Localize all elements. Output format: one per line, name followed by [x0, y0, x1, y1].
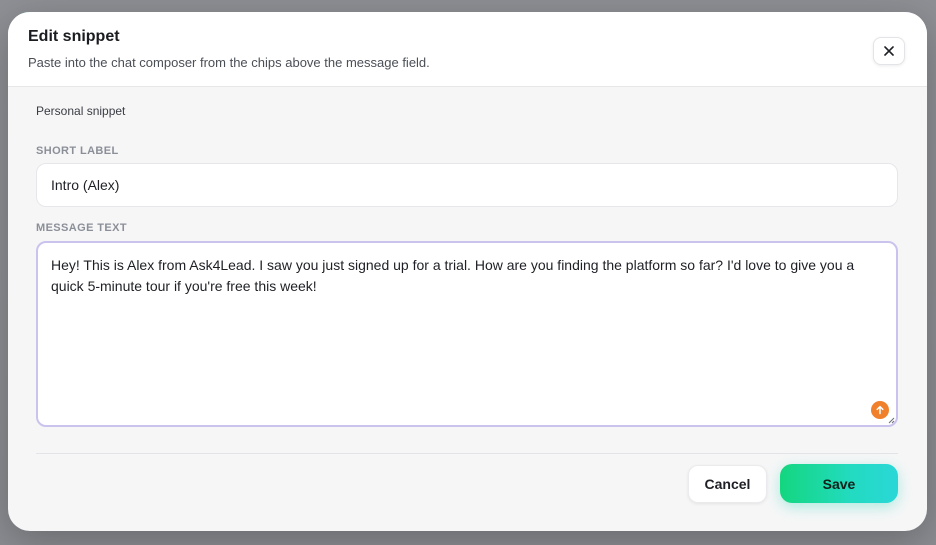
close-button[interactable]: [873, 37, 905, 65]
close-icon: [884, 46, 894, 56]
save-button[interactable]: Save: [780, 464, 898, 503]
arrow-up-icon[interactable]: [871, 401, 889, 419]
cancel-button[interactable]: Cancel: [688, 465, 767, 503]
dialog-title: Edit snippet: [28, 28, 120, 45]
message-text-heading: MESSAGE TEXT: [36, 222, 127, 234]
snippet-scope-label: Personal snippet: [36, 104, 126, 118]
dialog-header: Edit snippet Paste into the chat compose…: [8, 12, 927, 87]
dialog-subtitle: Paste into the chat composer from the ch…: [28, 55, 430, 70]
message-text-input[interactable]: [36, 241, 898, 427]
edit-snippet-dialog: Edit snippet Paste into the chat compose…: [8, 12, 927, 531]
short-label-heading: SHORT LABEL: [36, 145, 119, 157]
short-label-input[interactable]: [36, 163, 898, 207]
message-text-container: [36, 241, 898, 427]
resize-handle-icon[interactable]: [888, 417, 895, 424]
footer-divider: [36, 453, 898, 454]
